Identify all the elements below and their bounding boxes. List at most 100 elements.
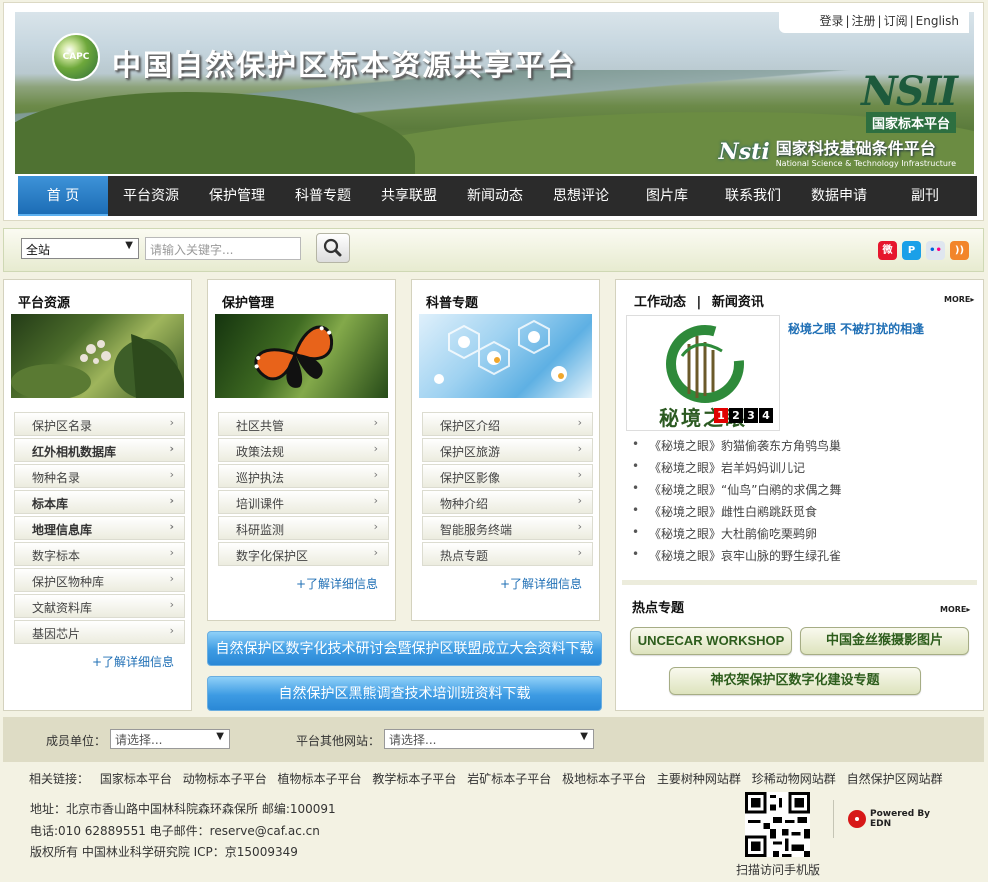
other-sites-select[interactable]: 请选择... ▼	[384, 729, 594, 749]
menu-item-species-list[interactable]: 物种名录 ›	[14, 464, 185, 488]
search-input[interactable]: 请输入关键字...	[145, 237, 301, 260]
news-item[interactable]: 《秘境之眼》岩羊妈妈训儿记	[632, 459, 841, 481]
login-link[interactable]: 登录	[817, 14, 845, 28]
search-icon	[323, 238, 342, 257]
menu-item-species-intro[interactable]: 物种介绍 ›	[422, 490, 593, 514]
news-more-link[interactable]: MORE▸	[944, 295, 974, 304]
rss-icon[interactable]: ))	[950, 241, 969, 260]
hot-button-shennongjia[interactable]: 神农架保护区数字化建设专题	[669, 667, 921, 695]
chevron-right-icon: ›	[169, 598, 174, 611]
nav-item-supplement[interactable]: 副刊	[882, 176, 968, 216]
footer-link[interactable]: 国家标本平台	[100, 772, 172, 786]
flickr-icon[interactable]: ••	[926, 241, 945, 260]
search-scope-select[interactable]: 全站 ▼	[21, 238, 139, 259]
menu-item-reserve-video[interactable]: 保护区影像 ›	[422, 464, 593, 488]
news-item[interactable]: 《秘境之眼》“仙鸟”白鹇的求偶之舞	[632, 481, 841, 503]
pinterest-icon[interactable]: P	[902, 241, 921, 260]
menu-item-smart-terminal[interactable]: 智能服务终端 ›	[422, 516, 593, 540]
footer-link[interactable]: 动物标本子平台	[183, 772, 267, 786]
resources-more-link[interactable]: +了解详细信息	[92, 653, 174, 670]
tab-work-news[interactable]: 工作动态	[634, 295, 686, 310]
chevron-right-icon: ›	[373, 546, 378, 559]
menu-item-specimen-db[interactable]: 标本库 ›	[14, 490, 185, 514]
footer-link[interactable]: 植物标本子平台	[278, 772, 362, 786]
weibo-icon[interactable]: 微	[878, 241, 897, 260]
site-logo[interactable]: CAPC	[52, 33, 100, 81]
protection-image[interactable]	[215, 314, 388, 398]
english-link[interactable]: English	[914, 14, 961, 28]
search-button[interactable]	[316, 233, 350, 263]
chevron-right-icon: ›	[169, 494, 174, 507]
news-item[interactable]: 《秘境之眼》大杜鹃偷吃栗鹀卵	[632, 525, 841, 547]
menu-item-monitoring[interactable]: 科研监测 ›	[218, 516, 389, 540]
chevron-right-icon: ›	[373, 468, 378, 481]
pager-dot-4[interactable]: 4	[759, 408, 773, 423]
nav-item-protection[interactable]: 保护管理	[194, 176, 280, 216]
footer-link[interactable]: 岩矿标本子平台	[467, 772, 551, 786]
chevron-down-icon: ▼	[125, 240, 133, 251]
column-title-science: 科普专题	[426, 296, 479, 311]
nav-item-science[interactable]: 科普专题	[280, 176, 366, 216]
footer-link[interactable]: 珍稀动物网站群	[752, 772, 836, 786]
menu-item-digital-specimen[interactable]: 数字标本 ›	[14, 542, 185, 566]
download-button-bear-training[interactable]: 自然保护区黑熊调查技术培训班资料下载	[207, 676, 602, 711]
nsti-mark: Nsti	[718, 138, 770, 165]
chevron-right-icon: ›	[373, 416, 378, 429]
menu-item-reserve-list[interactable]: 保护区名录 ›	[14, 412, 185, 436]
menu-item-patrol[interactable]: 巡护执法 ›	[218, 464, 389, 488]
menu-item-literature[interactable]: 文献资料库 ›	[14, 594, 185, 618]
nav-item-gallery[interactable]: 图片库	[624, 176, 710, 216]
pager-dot-2[interactable]: 2	[729, 408, 743, 423]
subscribe-link[interactable]: 订阅	[882, 14, 910, 28]
nav-item-comment[interactable]: 思想评论	[538, 176, 624, 216]
footer-link[interactable]: 极地标本子平台	[562, 772, 646, 786]
download-button-digital-seminar[interactable]: 自然保护区数字化技术研讨会暨保护区联盟成立大会资料下载	[207, 631, 602, 666]
menu-item-community[interactable]: 社区共管 ›	[218, 412, 389, 436]
register-link[interactable]: 注册	[850, 14, 878, 28]
menu-item-reserve-species[interactable]: 保护区物种库 ›	[14, 568, 185, 592]
menu-item-training[interactable]: 培训课件 ›	[218, 490, 389, 514]
nav-item-data-request[interactable]: 数据申请	[796, 176, 882, 216]
powered-by-edn[interactable]: Powered By EDN	[848, 809, 930, 829]
hot-button-uncecar[interactable]: UNCECAR WORKSHOP	[630, 627, 792, 655]
chevron-right-icon: ›	[373, 520, 378, 533]
nav-item-news[interactable]: 新闻动态	[452, 176, 538, 216]
search-bar: 全站 ▼ 请输入关键字... 微 P •• ))	[3, 228, 984, 272]
science-more-link[interactable]: +了解详细信息	[500, 575, 582, 592]
science-image[interactable]	[419, 314, 592, 398]
footer-link[interactable]: 主要树种网站群	[657, 772, 741, 786]
tab-news-info[interactable]: 新闻资讯	[712, 295, 764, 310]
menu-item-gene-chip[interactable]: 基因芯片 ›	[14, 620, 185, 644]
menu-item-hot-topics[interactable]: 热点专题 ›	[422, 542, 593, 566]
protection-more-link[interactable]: +了解详细信息	[296, 575, 378, 592]
menu-item-geo-db[interactable]: 地理信息库 ›	[14, 516, 185, 540]
menu-item-reserve-travel[interactable]: 保护区旅游 ›	[422, 438, 593, 462]
pager-dot-1[interactable]: 1	[714, 408, 728, 423]
resources-image[interactable]	[11, 314, 184, 398]
news-item[interactable]: 《秘境之眼》哀牢山脉的野生绿孔雀	[632, 547, 841, 569]
member-select[interactable]: 请选择... ▼	[110, 729, 230, 749]
footer-address: 地址：北京市香山路中国林科院森环森保所 邮编:100091	[30, 802, 336, 816]
hot-button-golden-monkey[interactable]: 中国金丝猴摄影图片	[800, 627, 969, 655]
news-headline[interactable]: 秘境之眼 不被打扰的相逢	[788, 320, 924, 337]
nsii-logo[interactable]: NSII 国家标本平台	[861, 72, 958, 133]
footer-link[interactable]: 教学标本子平台	[372, 772, 456, 786]
related-links: 相关链接： 国家标本平台 动物标本子平台 植物标本子平台 教学标本子平台 岩矿标…	[29, 770, 950, 787]
news-item[interactable]: 《秘境之眼》豹猫偷袭东方角鸮鸟巢	[632, 437, 841, 459]
nav-item-resources[interactable]: 平台资源	[108, 176, 194, 216]
news-item[interactable]: 《秘境之眼》雌性白鹇跳跃觅食	[632, 503, 841, 525]
nav-item-contact[interactable]: 联系我们	[710, 176, 796, 216]
hot-more-link[interactable]: MORE▸	[940, 605, 970, 614]
nav-item-alliance[interactable]: 共享联盟	[366, 176, 452, 216]
menu-item-reserve-intro[interactable]: 保护区介绍 ›	[422, 412, 593, 436]
menu-item-digital-reserve[interactable]: 数字化保护区 ›	[218, 542, 389, 566]
tab-divider: |	[696, 295, 702, 310]
pager-dot-3[interactable]: 3	[744, 408, 758, 423]
nsti-logo[interactable]: Nsti 国家科技基础条件平台 National Science & Techn…	[718, 135, 956, 169]
nsii-subtitle: 国家标本平台	[865, 112, 956, 133]
footer-link[interactable]: 自然保护区网站群	[847, 772, 943, 786]
menu-item-policy[interactable]: 政策法规 ›	[218, 438, 389, 462]
nav-item-home[interactable]: 首 页	[18, 176, 108, 216]
menu-item-camera-db[interactable]: 红外相机数据库 ›	[14, 438, 185, 462]
qr-code[interactable]	[744, 792, 811, 857]
